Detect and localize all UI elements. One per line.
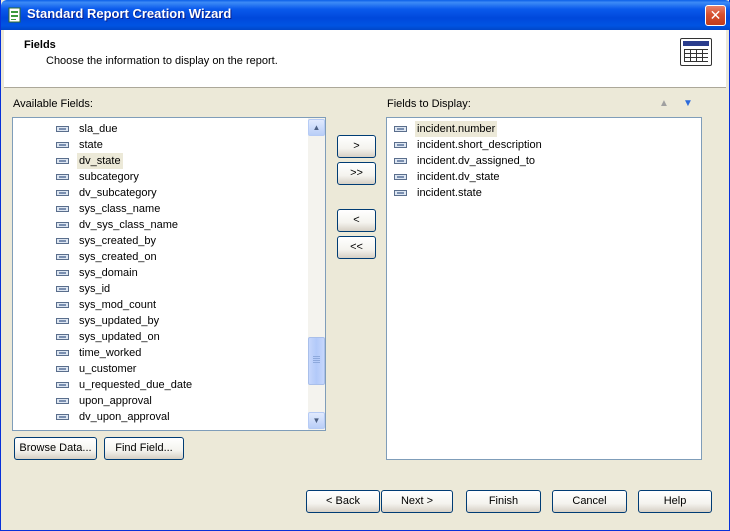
field-name: sla_due — [79, 123, 118, 135]
field-name: dv_subcategory — [79, 187, 157, 199]
field-icon — [56, 382, 69, 388]
report-wizard-icon — [8, 7, 21, 23]
scroll-thumb[interactable] — [308, 337, 325, 385]
field-name: sys_mod_count — [79, 299, 157, 311]
field-icon — [56, 222, 69, 228]
field-icon — [56, 270, 69, 276]
field-name: incident.dv_assigned_to — [417, 155, 536, 167]
field-name: sys_updated_on — [79, 331, 160, 343]
page-subtitle: Choose the information to display on the… — [46, 55, 278, 67]
window-title: Standard Report Creation Wizard — [27, 6, 232, 21]
field-name: incident.dv_state — [417, 171, 500, 183]
fields-to-display-list[interactable]: incident.number incident.short_descriptio… — [386, 117, 702, 460]
field-name: sys_id — [79, 283, 111, 295]
field-icon — [394, 158, 407, 164]
field-name: sys_class_name — [79, 203, 161, 215]
field-icon — [394, 142, 407, 148]
field-icon — [56, 350, 69, 356]
field-icon — [56, 206, 69, 212]
field-icon — [56, 302, 69, 308]
field-name: u_requested_due_date — [79, 379, 193, 391]
report-table-icon — [680, 38, 712, 66]
scroll-up-icon[interactable]: ▲ — [308, 119, 325, 136]
field-name: subcategory — [79, 171, 139, 183]
field-icon — [394, 126, 407, 132]
field-icon — [56, 398, 69, 404]
field-name: upon_approval — [79, 395, 152, 407]
available-fields-label: Available Fields: — [13, 98, 93, 110]
browse-data-button[interactable]: Browse Data... — [14, 437, 97, 460]
field-icon — [56, 238, 69, 244]
help-button[interactable]: Help — [638, 490, 712, 513]
field-icon — [56, 414, 69, 420]
remove-field-button[interactable]: < — [337, 209, 376, 232]
back-button[interactable]: < Back — [306, 490, 380, 513]
move-down-icon[interactable]: ▼ — [682, 98, 694, 110]
field-name: incident.short_description — [417, 139, 542, 151]
cancel-button[interactable]: Cancel — [552, 490, 627, 513]
field-icon — [56, 286, 69, 292]
close-icon: ✕ — [709, 7, 722, 23]
field-icon — [56, 126, 69, 132]
close-button[interactable]: ✕ — [705, 5, 726, 26]
field-icon — [56, 158, 69, 164]
field-name: dv_sys_class_name — [79, 219, 179, 231]
wizard-header: Fields Choose the information to display… — [4, 30, 726, 88]
find-field-button[interactable]: Find Field... — [104, 437, 184, 460]
finish-button[interactable]: Finish — [466, 490, 541, 513]
scroll-down-icon[interactable]: ▼ — [308, 412, 325, 429]
page-title: Fields — [24, 39, 56, 51]
next-button[interactable]: Next > — [381, 490, 453, 513]
add-all-fields-button[interactable]: >> — [337, 162, 376, 185]
field-name: dv_state — [77, 153, 123, 169]
add-field-button[interactable]: > — [337, 135, 376, 158]
move-up-icon[interactable]: ▲ — [658, 98, 670, 110]
available-fields-scrollbar[interactable]: ▲ ▼ — [308, 118, 325, 430]
field-name: u_customer — [79, 363, 137, 375]
field-icon — [56, 174, 69, 180]
field-name: sys_created_on — [79, 251, 157, 263]
field-icon — [56, 366, 69, 372]
field-icon — [394, 190, 407, 196]
fields-to-display-label: Fields to Display: — [387, 98, 471, 110]
remove-all-fields-button[interactable]: << — [337, 236, 376, 259]
field-name: sys_created_by — [79, 235, 157, 247]
field-name: sys_updated_by — [79, 315, 160, 327]
field-name: incident.state — [417, 187, 482, 199]
field-icon — [56, 142, 69, 148]
field-name: dv_upon_approval — [79, 411, 170, 423]
field-icon — [56, 254, 69, 260]
title-bar[interactable]: Standard Report Creation Wizard ✕ — [1, 0, 730, 30]
field-icon — [56, 334, 69, 340]
field-name: state — [79, 139, 103, 151]
field-name: incident.number — [415, 121, 498, 137]
field-icon — [56, 318, 69, 324]
field-icon — [56, 190, 69, 196]
field-name: sys_domain — [79, 267, 138, 279]
field-name: time_worked — [79, 347, 142, 359]
available-fields-list[interactable]: sla_duestate dv_state subcategory dv_subcat… — [12, 117, 326, 431]
field-icon — [394, 174, 407, 180]
wizard-window: Standard Report Creation Wizard ✕ Fields… — [0, 0, 730, 531]
